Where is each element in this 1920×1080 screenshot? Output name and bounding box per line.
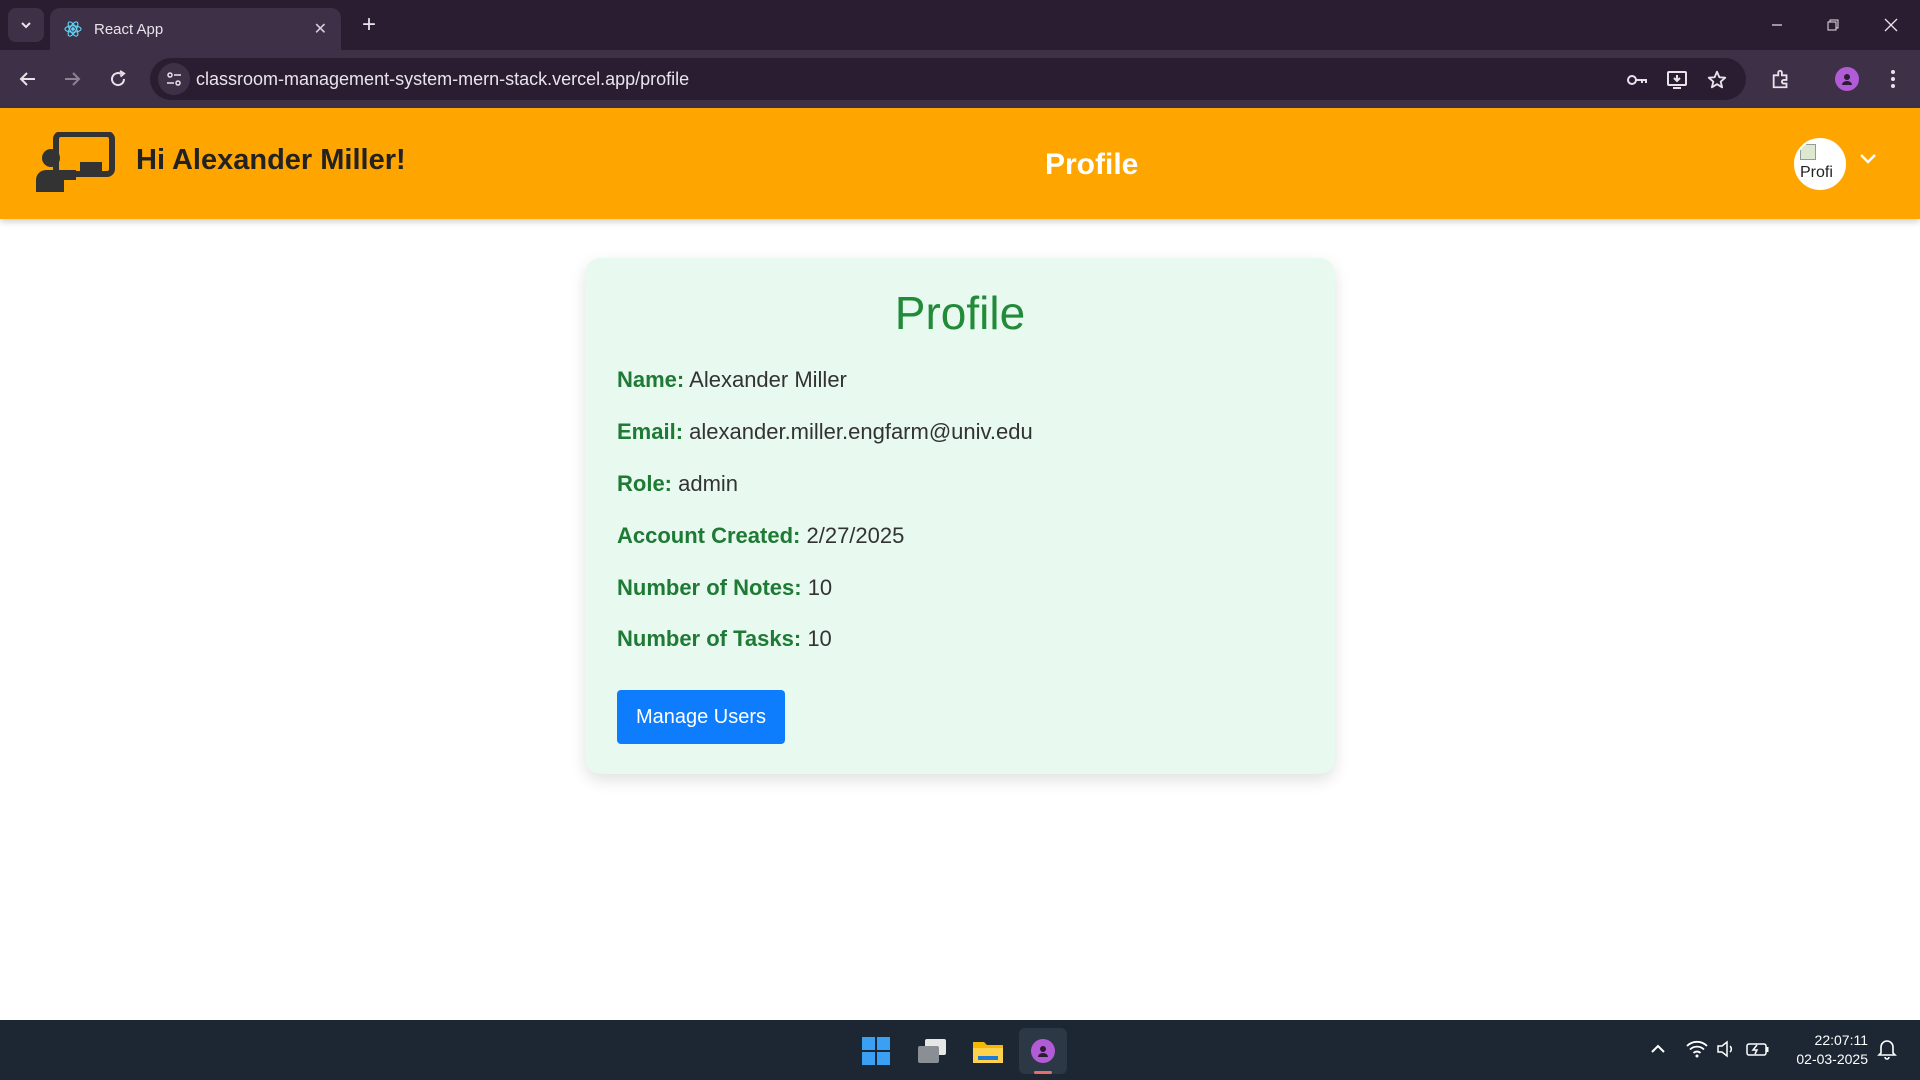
clock-date: 02-03-2025 <box>1796 1051 1868 1067</box>
close-window-button[interactable] <box>1868 10 1914 40</box>
star-icon <box>1707 70 1727 89</box>
field-value: 10 <box>807 575 833 600</box>
profile-field-name: Name: Alexander Miller <box>617 367 847 393</box>
bookmark-button[interactable] <box>1704 67 1730 93</box>
field-label: Number of Tasks: <box>617 626 802 651</box>
close-icon <box>1884 18 1898 32</box>
battery-status[interactable] <box>1744 1036 1772 1062</box>
start-button[interactable] <box>852 1028 900 1074</box>
profile-avatar-icon <box>1835 67 1859 91</box>
browser-menu-button[interactable] <box>1878 64 1908 94</box>
wifi-icon <box>1686 1040 1708 1058</box>
restore-button[interactable] <box>1810 10 1856 40</box>
profile-field-role: Role: admin <box>617 471 738 497</box>
close-tab-icon[interactable]: ✕ <box>314 19 327 39</box>
url-text[interactable]: classroom-management-system-mern-stack.v… <box>196 69 689 90</box>
password-key-button[interactable] <box>1624 67 1650 93</box>
tab-title: React App <box>94 20 164 38</box>
app-header: Hi Alexander Miller! Profile Profi <box>0 108 1920 219</box>
manage-users-button[interactable]: Manage Users <box>617 690 785 744</box>
forward-button[interactable] <box>56 63 88 95</box>
chrome-taskbar-button[interactable] <box>1019 1028 1067 1074</box>
browser-tabstrip: React App ✕ + <box>0 0 1920 50</box>
profile-field-email: Email: alexander.miller.engfarm@univ.edu <box>617 419 1033 445</box>
profile-card-title: Profile <box>894 287 1026 339</box>
windows-logo-icon <box>862 1037 890 1065</box>
header-title: Profile <box>1045 148 1139 181</box>
notification-bell-icon <box>1877 1040 1897 1060</box>
chevron-down-icon <box>21 22 31 29</box>
windows-taskbar <box>0 1020 1920 1080</box>
browser-tab[interactable]: React App ✕ <box>50 8 341 50</box>
minimize-icon <box>1772 24 1782 26</box>
field-label: Role: <box>617 471 672 496</box>
profile-field-notes-count: Number of Notes: 10 <box>617 575 832 601</box>
extensions-button[interactable] <box>1766 64 1796 94</box>
classroom-logo-icon <box>36 131 116 201</box>
install-app-button[interactable] <box>1664 67 1690 93</box>
greeting-text: Hi Alexander Miller! <box>136 144 406 176</box>
reload-icon <box>111 70 126 87</box>
restore-icon <box>1827 19 1839 31</box>
broken-image-icon <box>1800 144 1816 160</box>
tab-search-button[interactable] <box>8 8 44 42</box>
puzzle-icon <box>1772 69 1788 89</box>
field-value: 10 <box>807 626 832 651</box>
battery-charging-icon <box>1746 1043 1769 1056</box>
chevron-down-icon <box>1860 154 1876 164</box>
field-value: admin <box>678 471 739 496</box>
key-icon <box>1627 75 1647 85</box>
back-button[interactable] <box>12 63 44 95</box>
show-hidden-icons-button[interactable] <box>1648 1036 1668 1062</box>
arrow-left-icon <box>19 72 35 86</box>
folder-icon <box>973 1042 1003 1063</box>
field-value: Alexander Miller <box>689 367 847 392</box>
clock-time: 22:07:11 <box>1814 1032 1868 1048</box>
address-bar[interactable]: classroom-management-system-mern-stack.v… <box>150 58 1746 100</box>
profile-button[interactable] <box>1832 64 1862 94</box>
profile-field-account-created: Account Created: 2/27/2025 <box>617 523 904 549</box>
user-menu-toggle[interactable] <box>1858 152 1878 171</box>
react-icon <box>64 21 82 37</box>
browser-toolbar: classroom-management-system-mern-stack.v… <box>0 50 1920 108</box>
active-app-indicator <box>1034 1071 1052 1074</box>
site-info-button[interactable] <box>158 63 190 95</box>
field-value: 2/27/2025 <box>806 523 905 548</box>
minimize-button[interactable] <box>1754 10 1800 40</box>
new-tab-button[interactable]: + <box>354 10 384 40</box>
field-label: Name: <box>617 367 685 392</box>
field-label: Number of Notes: <box>617 575 802 600</box>
speaker-icon <box>1717 1040 1733 1058</box>
reload-button[interactable] <box>102 63 134 95</box>
install-icon <box>1667 71 1687 89</box>
field-label: Account Created: <box>617 523 801 548</box>
profile-card: Profile Name: Alexander Miller Email: al… <box>585 258 1335 774</box>
field-value: alexander.miller.engfarm@univ.edu <box>689 419 1033 444</box>
tune-icon <box>167 72 181 86</box>
user-avatar[interactable]: Profi <box>1794 138 1846 190</box>
field-label: Email: <box>617 419 684 444</box>
notifications-button[interactable] <box>1874 1036 1900 1062</box>
volume-status[interactable] <box>1714 1036 1738 1062</box>
avatar-alt-text: Profi <box>1800 164 1833 181</box>
arrow-right-icon <box>65 72 81 86</box>
profile-field-tasks-count: Number of Tasks: 10 <box>617 626 832 652</box>
system-clock[interactable]: 22:07:11 02-03-2025 <box>1780 1031 1868 1069</box>
more-vertical-icon <box>1891 70 1895 88</box>
wifi-status[interactable] <box>1684 1036 1710 1062</box>
file-explorer-button[interactable] <box>964 1028 1012 1074</box>
chevron-up-icon <box>1651 1044 1665 1053</box>
chrome-profile-icon <box>1031 1039 1055 1063</box>
task-view-icon <box>918 1039 946 1063</box>
task-view-button[interactable] <box>908 1028 956 1074</box>
